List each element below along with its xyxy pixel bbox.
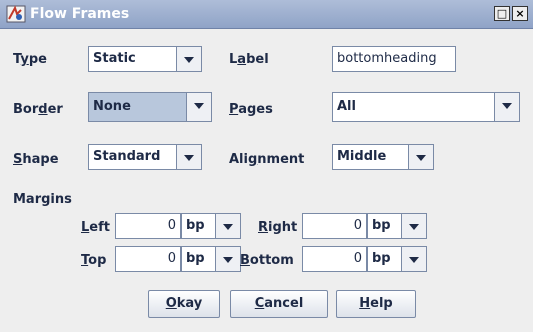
top-margin-value: 0 [167, 251, 176, 266]
window-title: Flow Frames [30, 6, 130, 22]
flow-frames-app-icon [6, 5, 26, 23]
right-margin-label: Right [258, 220, 298, 235]
alignment-label: Alignment [229, 152, 305, 167]
left-margin-input[interactable]: 0 [115, 213, 181, 239]
bottom-unit-value: bp [372, 251, 391, 266]
left-unit-value: bp [186, 218, 205, 233]
bottom-unit-dropdown[interactable]: bp [367, 246, 427, 272]
left-margin-label: Left [81, 220, 110, 235]
bottom-margin-label: Bottom [240, 253, 294, 268]
chevron-down-icon[interactable] [186, 93, 211, 121]
left-margin-value: 0 [167, 218, 176, 233]
border-label: Border [13, 102, 63, 117]
chevron-down-icon[interactable] [215, 247, 240, 271]
top-unit-dropdown[interactable]: bp [181, 246, 241, 272]
border-value: None [93, 99, 131, 114]
chevron-down-icon[interactable] [408, 145, 433, 169]
bottom-margin-value: 0 [353, 251, 362, 266]
border-dropdown[interactable]: None [88, 92, 212, 122]
help-button[interactable]: Help [336, 290, 416, 318]
close-button[interactable]: × [512, 6, 528, 21]
chevron-down-icon[interactable] [401, 214, 426, 238]
shape-dropdown[interactable]: Standard [88, 144, 202, 170]
dialog-window: Flow Frames □ × Type Static Label bottom… [0, 0, 533, 332]
margins-heading: Margins [13, 192, 72, 207]
pages-value: All [337, 99, 356, 114]
chevron-down-icon[interactable] [401, 247, 426, 271]
type-dropdown[interactable]: Static [88, 46, 202, 72]
okay-button[interactable]: Okay [148, 290, 220, 318]
title-bar[interactable]: Flow Frames □ × [0, 0, 533, 29]
pages-label: Pages [229, 102, 273, 117]
cancel-button[interactable]: Cancel [230, 290, 328, 318]
right-unit-value: bp [372, 218, 391, 233]
right-unit-dropdown[interactable]: bp [367, 213, 427, 239]
label-label: Label [229, 52, 269, 67]
chevron-down-icon[interactable] [176, 47, 201, 71]
chevron-down-icon[interactable] [494, 93, 519, 121]
shape-label: Shape [13, 152, 59, 167]
top-unit-value: bp [186, 251, 205, 266]
right-margin-value: 0 [353, 218, 362, 233]
type-value: Static [93, 51, 136, 66]
alignment-dropdown[interactable]: Middle [332, 144, 434, 170]
alignment-value: Middle [337, 149, 387, 164]
bottom-margin-input[interactable]: 0 [302, 246, 367, 272]
chevron-down-icon[interactable] [176, 145, 201, 169]
maximize-button[interactable]: □ [494, 6, 510, 21]
chevron-down-icon[interactable] [215, 214, 240, 238]
shape-value: Standard [93, 149, 161, 164]
top-margin-input[interactable]: 0 [115, 246, 181, 272]
pages-dropdown[interactable]: All [332, 92, 520, 122]
left-unit-dropdown[interactable]: bp [181, 213, 241, 239]
type-label: Type [13, 52, 47, 67]
top-margin-label: Top [81, 253, 107, 268]
label-input-value: bottomheading [337, 51, 437, 66]
right-margin-input[interactable]: 0 [302, 213, 367, 239]
label-input[interactable]: bottomheading [332, 46, 456, 72]
